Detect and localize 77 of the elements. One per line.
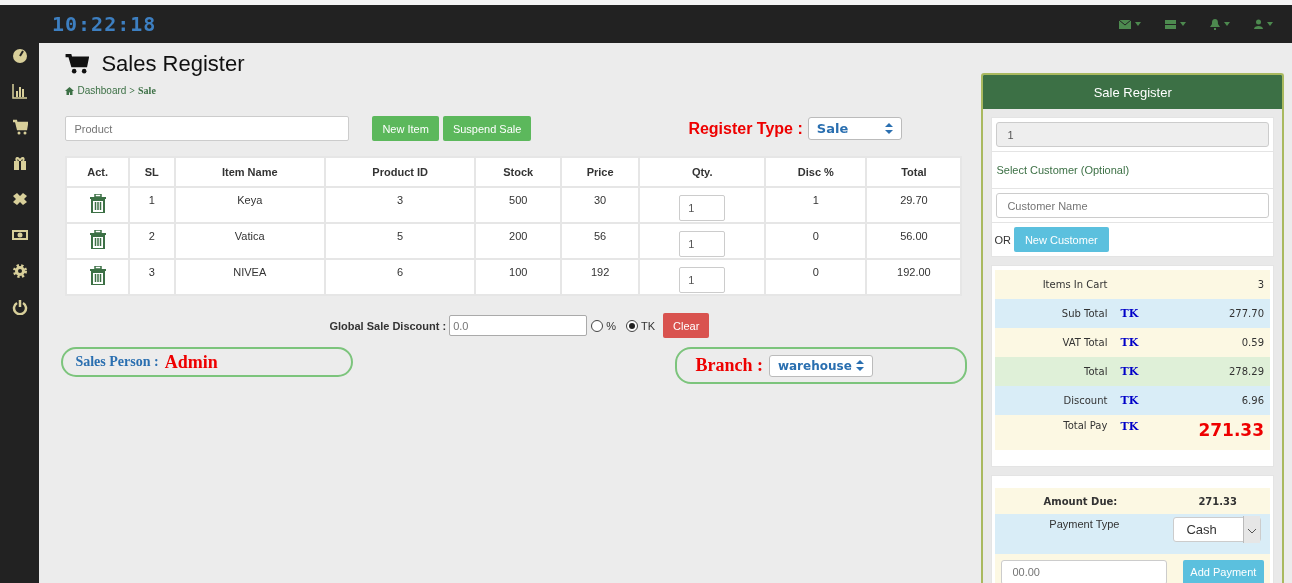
column-header: Total (866, 157, 962, 187)
payment-type-label: Payment Type (1048, 517, 1121, 530)
radio-label: % (606, 319, 616, 332)
column-header: Product ID (324, 157, 476, 187)
column-header: Price (561, 157, 640, 187)
column-header: Stock (475, 157, 562, 187)
table-cell: 500 (475, 187, 562, 223)
table-cell: 6 (324, 259, 476, 295)
table-cell: 2 (128, 223, 175, 259)
table-cell: 0 (765, 259, 867, 295)
summary-value: 3 (1256, 279, 1265, 290)
summary-label: Discount (1062, 395, 1108, 406)
table-cell: 56 (561, 223, 640, 259)
currency-label: TK (1119, 420, 1140, 433)
summary-value: 0.59 (1240, 337, 1265, 348)
column-header: Act. (66, 157, 129, 187)
register-type-select[interactable]: Sale (807, 117, 902, 140)
summary-value: 278.29 (1228, 366, 1265, 377)
currency-label: TK (1119, 394, 1140, 407)
clear-button[interactable]: Clear (663, 313, 710, 338)
summary-value: 277.70 (1228, 308, 1265, 319)
payment-amount-field[interactable]: 00.00 (1001, 559, 1167, 583)
table-cell: 0 (765, 223, 867, 259)
page-title: Sales Register (101, 51, 245, 77)
register-number-field: 1 (996, 122, 1269, 147)
table-cell: 1 (765, 187, 867, 223)
currency-label: TK (1119, 307, 1140, 320)
summary-label: Total Pay (1062, 420, 1108, 431)
table-cell: 192.00 (866, 259, 962, 295)
breadcrumb-link[interactable]: Dashboard (77, 85, 127, 96)
table-cell: Vatica (174, 223, 325, 259)
column-header: Disc % (765, 157, 867, 187)
summary-label: Sub Total (1060, 308, 1108, 319)
sales-person-name: Admin (164, 351, 218, 373)
table-cell: 1 (128, 187, 175, 223)
table-cell: 56.00 (866, 223, 962, 259)
table-cell: 3 (128, 259, 175, 295)
breadcrumb-current: Sale (138, 85, 156, 96)
column-header: Item Name (174, 157, 325, 187)
quantity-field[interactable]: 1 (679, 231, 726, 257)
currency-label: TK (1119, 336, 1140, 349)
table-cell: NIVEA (174, 259, 325, 295)
customer-label: Select Customer (Optional) (992, 152, 1273, 189)
branch-label: Branch : (695, 355, 763, 376)
table-cell: 3 (324, 187, 476, 223)
currency-label: TK (1119, 365, 1140, 378)
amount-due-value: 271.33 (1197, 495, 1238, 507)
column-header: Qty. (639, 157, 766, 187)
payment-type-select[interactable]: Cash (1173, 517, 1262, 542)
column-header: SL (128, 157, 175, 187)
breadcrumb-separator: > (129, 85, 136, 96)
product-search-field[interactable]: Product (65, 116, 350, 141)
table-cell: 192 (561, 259, 640, 295)
table-cell: 30 (561, 187, 640, 223)
customer-name-field[interactable]: Customer Name (996, 193, 1269, 218)
table-cell: 200 (475, 223, 562, 259)
sales-person-label: Sales Person : (75, 354, 159, 370)
summary-value: 6.96 (1240, 395, 1265, 406)
summary-label: Total (1083, 366, 1108, 377)
clock: 10:22:18 (52, 12, 157, 36)
discount-field[interactable]: 0.0 (449, 315, 588, 336)
or-label: OR (994, 233, 1011, 246)
quantity-field[interactable]: 1 (679, 267, 726, 293)
table-cell: 5 (324, 223, 476, 259)
summary-label: Items In Cart (1041, 279, 1108, 290)
register-type-label: Register Type : (688, 119, 803, 138)
panel-title: Sale Register (983, 75, 1282, 109)
amount-due-label: Amount Due: (1042, 495, 1119, 507)
radio-label: TK (640, 319, 655, 332)
summary-label: VAT Total (1061, 337, 1108, 348)
quantity-field[interactable]: 1 (679, 195, 726, 221)
table-cell: 29.70 (866, 187, 962, 223)
table-cell: 100 (475, 259, 562, 295)
discount-label: Global Sale Discount : (329, 319, 447, 332)
summary-value: 271.33 (1197, 420, 1265, 440)
branch-select[interactable]: warehouse (768, 354, 873, 377)
table-cell: Keya (174, 187, 325, 223)
